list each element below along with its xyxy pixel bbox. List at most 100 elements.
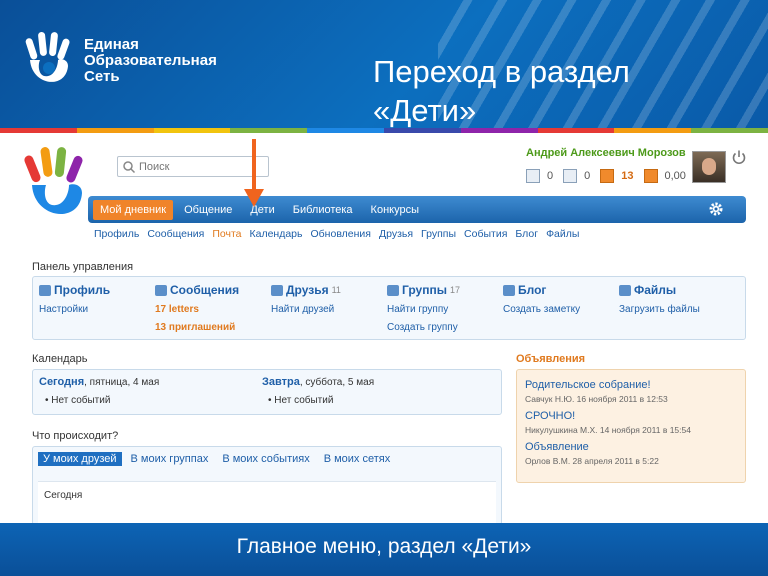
panel-friends: Друзья 11 Найти друзей	[271, 283, 341, 315]
counter-mail[interactable]: 0	[526, 169, 553, 183]
brand-name: Единая Образовательная Сеть	[84, 37, 217, 85]
nav-contests[interactable]: Конкурсы	[364, 200, 426, 220]
calendar-panel: Сегодня, пятница, 4 мая • Нет событий За…	[32, 369, 502, 415]
main-nav: Мой дневник Общение Дети Библиотека Конк…	[88, 196, 746, 223]
activity-label: Что происходит?	[32, 430, 119, 442]
counter-wallet[interactable]: 0,00	[643, 169, 686, 183]
ad-meta: Никулушкина М.Х. 14 ноября 2011 в 15:54	[525, 425, 691, 435]
pointer-arrow-icon	[244, 139, 264, 207]
ad-item[interactable]: Объявление Орлов В.М. 28 апреля 2011 в 5…	[525, 441, 659, 466]
panel-blog: Блог Создать заметку	[503, 283, 580, 315]
search-input[interactable]	[136, 160, 259, 173]
calendar-label: Календарь	[32, 353, 88, 365]
person-icon	[563, 169, 578, 183]
feed-date-heading: Сегодня	[44, 490, 83, 501]
power-icon[interactable]	[731, 149, 747, 165]
brand-line-3: Сеть	[84, 68, 120, 85]
panel-blog-title[interactable]: Блог	[503, 283, 580, 297]
ad-item[interactable]: Родительское собрание! Савчук Н.Ю. 16 но…	[525, 379, 668, 404]
create-group-link[interactable]: Создать группу	[387, 322, 460, 333]
activity-tabs: У моих друзей В моих группах В моих собы…	[38, 452, 399, 466]
sub-nav: Профиль Сообщения Почта Календарь Обновл…	[94, 228, 587, 240]
blog-icon	[503, 284, 515, 296]
settings-link[interactable]: Настройки	[39, 304, 110, 315]
counter-notifications[interactable]: 13	[600, 169, 634, 183]
subnav-groups[interactable]: Группы	[421, 228, 456, 240]
control-panel: Профиль Настройки Сообщения 17 letters 1…	[32, 276, 746, 340]
subnav-events[interactable]: События	[464, 228, 507, 240]
mail-icon	[526, 169, 540, 183]
tomorrow-title[interactable]: Завтра	[262, 376, 300, 388]
tab-groups[interactable]: В моих группах	[126, 452, 214, 466]
ad-title[interactable]: СРОЧНО!	[525, 410, 691, 422]
tomorrow-date: , суббота, 5 мая	[299, 377, 375, 388]
tab-networks[interactable]: В моих сетях	[319, 452, 396, 466]
top-banner: Единая Образовательная Сеть Переход в ра…	[0, 0, 768, 128]
ads-label: Объявления	[516, 353, 586, 365]
panel-profile: Профиль Настройки	[39, 283, 110, 315]
invitations-link[interactable]: 13 приглашений	[155, 322, 239, 333]
letters-link[interactable]: 17 letters	[155, 304, 239, 315]
panel-messages: Сообщения 17 letters 13 приглашений	[155, 283, 239, 333]
user-name[interactable]: Андрей Алексеевич Морозов	[526, 147, 686, 159]
panel-groups: Группы 17 Найти группу Создать группу	[387, 283, 460, 333]
find-group-link[interactable]: Найти группу	[387, 304, 460, 315]
panel-messages-title[interactable]: Сообщения	[155, 283, 239, 297]
subnav-files[interactable]: Файлы	[546, 228, 579, 240]
site-hand-logo-icon[interactable]	[22, 145, 94, 225]
upload-files-link[interactable]: Загрузить файлы	[619, 304, 700, 315]
ad-meta: Савчук Н.Ю. 16 ноября 2011 в 12:53	[525, 394, 668, 404]
panel-friends-title[interactable]: Друзья 11	[271, 283, 341, 297]
profile-icon	[39, 284, 51, 296]
counter-person[interactable]: 0	[563, 169, 590, 183]
subnav-updates[interactable]: Обновления	[311, 228, 371, 240]
nav-communication[interactable]: Общение	[177, 200, 239, 220]
nav-my-diary[interactable]: Мой дневник	[93, 199, 174, 220]
groups-icon	[387, 284, 399, 296]
subnav-calendar[interactable]: Календарь	[250, 228, 303, 240]
activity-panel: У моих друзей В моих группах В моих собы…	[32, 446, 502, 523]
calendar-today: Сегодня, пятница, 4 мая • Нет событий	[39, 376, 159, 406]
panel-groups-title[interactable]: Группы 17	[387, 283, 460, 297]
today-events: • Нет событий	[45, 395, 111, 406]
panel-files-title[interactable]: Файлы	[619, 283, 700, 297]
slide-title-line-1: Переход в раздел	[373, 54, 630, 89]
hand-logo-icon	[25, 31, 70, 82]
ad-title[interactable]: Родительское собрание!	[525, 379, 668, 391]
bottom-banner: Главное меню, раздел «Дети»	[0, 523, 768, 576]
ad-title[interactable]: Объявление	[525, 441, 659, 453]
gear-icon[interactable]	[708, 201, 724, 217]
today-date: , пятница, 4 мая	[84, 377, 160, 388]
avatar[interactable]	[692, 151, 726, 183]
create-note-link[interactable]: Создать заметку	[503, 304, 580, 315]
brand-line-2: Образовательная	[84, 52, 217, 69]
today-title[interactable]: Сегодня	[39, 376, 84, 388]
notification-icon	[600, 169, 615, 183]
calendar-tomorrow: Завтра, суббота, 5 мая • Нет событий	[262, 376, 374, 406]
subnav-mail[interactable]: Почта	[212, 228, 241, 240]
ads-panel: Родительское собрание! Савчук Н.Ю. 16 но…	[516, 369, 746, 483]
subnav-friends[interactable]: Друзья	[379, 228, 413, 240]
control-panel-label: Панель управления	[32, 261, 134, 273]
subnav-profile[interactable]: Профиль	[94, 228, 139, 240]
files-icon	[619, 284, 631, 296]
brand-line-1: Единая	[84, 36, 139, 53]
panel-profile-title[interactable]: Профиль	[39, 283, 110, 297]
wallet-icon	[643, 169, 658, 183]
tab-events[interactable]: В моих событиях	[217, 452, 314, 466]
nav-library[interactable]: Библиотека	[286, 200, 360, 220]
friends-count: 11	[331, 285, 341, 295]
friends-icon	[271, 284, 283, 296]
find-friends-link[interactable]: Найти друзей	[271, 304, 341, 315]
slide-title: Переход в раздел «Дети»	[373, 52, 630, 128]
slide-title-line-2: «Дети»	[373, 93, 477, 128]
tab-friends[interactable]: У моих друзей	[38, 452, 122, 466]
brand-logo: Единая Образовательная Сеть	[22, 30, 217, 92]
search-icon	[123, 160, 136, 173]
site-screenshot: Андрей Алексеевич Морозов 0 0 13 0,00 Мо…	[0, 133, 768, 523]
ad-meta: Орлов В.М. 28 апреля 2011 в 5:22	[525, 456, 659, 466]
subnav-messages[interactable]: Сообщения	[147, 228, 204, 240]
ad-item[interactable]: СРОЧНО! Никулушкина М.Х. 14 ноября 2011 …	[525, 410, 691, 435]
user-counters: 0 0 13 0,00	[526, 169, 696, 183]
subnav-blog[interactable]: Блог	[515, 228, 538, 240]
